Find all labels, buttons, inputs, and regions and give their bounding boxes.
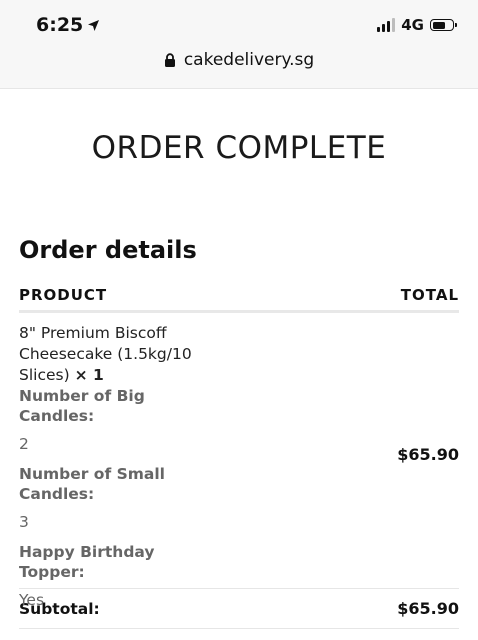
- browser-chrome: 6:25 4G cakedelivery.sg: [0, 0, 478, 89]
- meta-value-big-candles: 2: [19, 435, 29, 453]
- lock-icon: [164, 52, 176, 68]
- order-details-heading: Order details: [19, 236, 197, 264]
- order-details-table: PRODUCT TOTAL 8" Premium Biscoff Cheesec…: [19, 280, 459, 629]
- address-bar[interactable]: cakedelivery.sg: [0, 50, 478, 70]
- status-indicators: 4G: [377, 16, 457, 34]
- meta-value-topper: Yes: [19, 591, 45, 609]
- cellular-signal-icon: [377, 18, 396, 32]
- product-name-text: 8" Premium Biscoff Cheesecake (1.5kg/10 …: [19, 324, 192, 384]
- meta-label-big-candles: Number of Big Candles:: [19, 387, 145, 425]
- line-item-total: $65.90: [397, 445, 459, 464]
- meta-label-small-candles: Number of Small Candles:: [19, 465, 165, 503]
- page-title: ORDER COMPLETE: [91, 130, 387, 166]
- product-name: 8" Premium Biscoff Cheesecake (1.5kg/10 …: [19, 323, 219, 386]
- total-column-header: TOTAL: [400, 286, 459, 304]
- status-time-text: 6:25: [36, 14, 84, 36]
- status-time: 6:25: [36, 14, 100, 36]
- battery-icon: [430, 19, 457, 31]
- address-url: cakedelivery.sg: [183, 50, 315, 70]
- network-type: 4G: [401, 16, 424, 34]
- location-arrow-icon: [87, 19, 100, 32]
- product-column-header: PRODUCT: [19, 286, 108, 304]
- table-header: PRODUCT TOTAL: [19, 280, 459, 313]
- product-quantity: × 1: [74, 366, 104, 384]
- meta-label-topper: Happy Birthday Topper:: [19, 543, 155, 581]
- table-row: 8" Premium Biscoff Cheesecake (1.5kg/10 …: [19, 313, 459, 609]
- meta-value-small-candles: 3: [19, 513, 29, 531]
